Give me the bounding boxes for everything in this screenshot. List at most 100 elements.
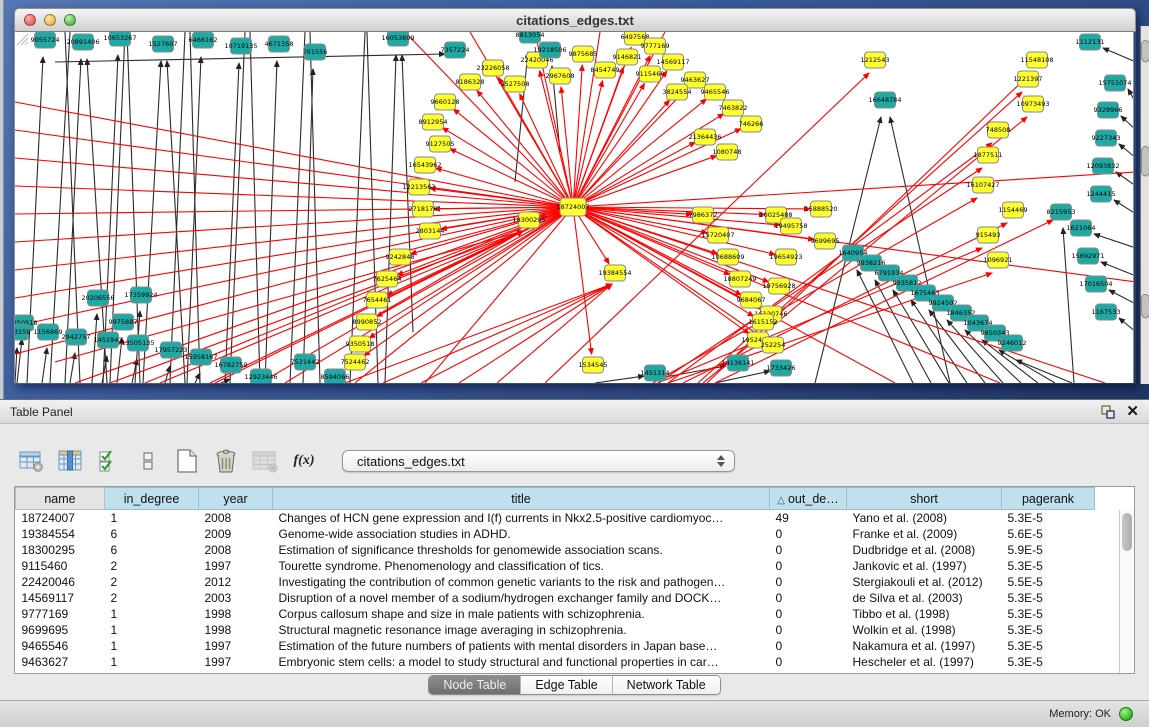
table-row[interactable]: 911546021997Tourette syndrome. Phenomeno… bbox=[16, 558, 1120, 574]
table-cell[interactable]: Hescheler et al. (1997) bbox=[847, 654, 1002, 670]
network-node[interactable]: 7463822 bbox=[719, 100, 748, 116]
network-node[interactable]: 8215953 bbox=[1047, 204, 1076, 220]
resize-grip[interactable] bbox=[15, 32, 29, 46]
network-edge[interactable] bbox=[1114, 200, 1134, 214]
show-columns-icon[interactable] bbox=[57, 448, 83, 474]
network-edge[interactable] bbox=[715, 220, 1053, 383]
network-node[interactable]: 8186328 bbox=[456, 74, 485, 90]
network-node[interactable]: 1451943 bbox=[94, 332, 123, 348]
table-cell[interactable]: 2 bbox=[105, 558, 199, 574]
table-cell[interactable]: 0 bbox=[770, 542, 847, 558]
network-node[interactable]: 1096921 bbox=[984, 252, 1013, 268]
table-cell[interactable]: 2012 bbox=[199, 574, 273, 590]
network-edge[interactable] bbox=[15, 130, 573, 207]
row-height-icon[interactable] bbox=[135, 448, 161, 474]
table-row[interactable]: 946362711997Embryonic stem cells: a mode… bbox=[16, 654, 1120, 670]
network-edge[interactable] bbox=[1116, 172, 1134, 186]
network-node[interactable]: 9975887 bbox=[109, 314, 138, 330]
table-row[interactable]: 1830029562008Estimation of significance … bbox=[16, 542, 1120, 558]
table-cell[interactable]: 9115460 bbox=[16, 558, 105, 574]
table-cell[interactable]: Disruption of a novel member of a sodium… bbox=[273, 590, 770, 606]
table-cell[interactable]: 9777169 bbox=[16, 606, 105, 622]
network-node[interactable]: 1154469 bbox=[999, 202, 1028, 218]
network-node[interactable]: 16543962 bbox=[408, 157, 441, 173]
network-node[interactable]: 393159 bbox=[15, 324, 30, 340]
table-cell[interactable]: 5.3E-5 bbox=[1002, 558, 1095, 574]
network-node[interactable]: 7357224 bbox=[441, 42, 470, 58]
network-node[interactable]: 1080748 bbox=[713, 144, 742, 160]
table-cell[interactable]: 1997 bbox=[199, 558, 273, 574]
table-cell[interactable]: 18300295 bbox=[16, 542, 105, 558]
table-cell[interactable]: 2008 bbox=[199, 542, 273, 558]
network-node[interactable]: 7986372 bbox=[689, 207, 718, 223]
network-node[interactable]: 9465546 bbox=[701, 84, 730, 100]
network-edge[interactable] bbox=[1119, 318, 1134, 332]
table-cell[interactable]: 2003 bbox=[199, 590, 273, 606]
network-edge[interactable] bbox=[17, 339, 22, 383]
selection-mode-icon[interactable] bbox=[96, 448, 122, 474]
network-node[interactable]: 1451314 bbox=[641, 365, 670, 381]
table-cell[interactable]: 2 bbox=[105, 590, 199, 606]
table-cell[interactable]: Jankovic et al. (1997) bbox=[847, 558, 1002, 574]
table-cell[interactable]: 5.3E-5 bbox=[1002, 622, 1095, 638]
delete-table-icon[interactable] bbox=[213, 448, 239, 474]
table-scrollbar[interactable] bbox=[1119, 510, 1134, 673]
table-cell[interactable]: Stergiakouli et al. (2012) bbox=[847, 574, 1002, 590]
table-cell[interactable]: 49 bbox=[770, 510, 847, 526]
network-node[interactable]: 20891406 bbox=[66, 34, 99, 50]
network-node[interactable]: 2803144 bbox=[416, 223, 445, 239]
network-node[interactable]: 19654923 bbox=[769, 249, 802, 265]
table-cell[interactable]: 1997 bbox=[199, 638, 273, 654]
table-cell[interactable]: 14569117 bbox=[16, 590, 105, 606]
network-node[interactable]: 9684067 bbox=[737, 292, 766, 308]
tab-network-table[interactable]: Network Table bbox=[613, 676, 720, 694]
table-cell[interactable]: Tourette syndrome. Phenomenology and cla… bbox=[273, 558, 770, 574]
network-node[interactable]: 1534545 bbox=[579, 357, 608, 373]
network-node[interactable]: 6466162 bbox=[189, 32, 218, 48]
network-node[interactable]: 9127505 bbox=[426, 136, 455, 152]
table-cell[interactable]: Changes of HCN gene expression and I(f) … bbox=[273, 510, 770, 526]
table-cell[interactable]: 0 bbox=[770, 638, 847, 654]
table-cell[interactable]: 9699695 bbox=[16, 622, 105, 638]
network-node[interactable]: 9242848 bbox=[386, 249, 415, 265]
network-node[interactable]: 9115460 bbox=[636, 66, 665, 82]
table-cell[interactable]: Estimation of the future numbers of pati… bbox=[273, 638, 770, 654]
table-cell[interactable]: 1998 bbox=[199, 606, 273, 622]
table-cell[interactable]: 5.3E-5 bbox=[1002, 638, 1095, 654]
table-row[interactable]: 1938455462009Genome-wide association stu… bbox=[16, 526, 1120, 542]
network-canvas[interactable]: 9660128891295491275051654396212213563271… bbox=[14, 32, 1134, 383]
network-table-select[interactable]: citations_edges.txt bbox=[342, 450, 735, 472]
table-cell[interactable]: 5.5E-5 bbox=[1002, 574, 1095, 590]
network-node[interactable]: 16053809 bbox=[381, 32, 414, 46]
table-cell[interactable]: 5.3E-5 bbox=[1002, 590, 1095, 606]
column-header-year[interactable]: year bbox=[199, 488, 273, 510]
table-cell[interactable]: Nakamura et al. (1997) bbox=[847, 638, 1002, 654]
network-node[interactable]: 8813054 bbox=[516, 32, 545, 43]
network-node[interactable]: 16107427 bbox=[966, 177, 999, 193]
table-cell[interactable]: 6 bbox=[105, 542, 199, 558]
network-node[interactable]: 1112131 bbox=[1076, 34, 1105, 50]
network-node[interactable]: 9875685 bbox=[569, 46, 598, 62]
network-edge[interactable] bbox=[715, 371, 770, 383]
table-row[interactable]: 2242004622012Investigating the contribut… bbox=[16, 574, 1120, 590]
table-cell[interactable]: 2 bbox=[105, 574, 199, 590]
network-edge[interactable] bbox=[573, 207, 592, 354]
network-node[interactable]: 15958167 bbox=[184, 349, 217, 365]
network-edge[interactable] bbox=[1101, 262, 1134, 276]
table-cell[interactable]: 1 bbox=[105, 622, 199, 638]
column-header-in_degree[interactable]: in_degree bbox=[105, 488, 199, 510]
network-edge[interactable] bbox=[573, 71, 667, 207]
network-edge[interactable] bbox=[573, 114, 724, 207]
table-cell[interactable]: 5.3E-5 bbox=[1002, 510, 1095, 526]
network-edge[interactable] bbox=[1128, 89, 1134, 103]
table-cell[interactable]: 1 bbox=[105, 638, 199, 654]
table-cell[interactable]: 0 bbox=[770, 654, 847, 670]
column-header-name[interactable]: name bbox=[16, 488, 105, 510]
table-cell[interactable]: 0 bbox=[770, 590, 847, 606]
table-cell[interactable]: Yano et al. (2008) bbox=[847, 510, 1002, 526]
network-node[interactable]: 746266 bbox=[739, 116, 764, 132]
network-node[interactable]: 9329966 bbox=[1094, 102, 1123, 118]
network-node[interactable]: 12923446 bbox=[244, 369, 277, 383]
network-edge[interactable] bbox=[658, 168, 982, 383]
network-node[interactable]: 7524462 bbox=[341, 354, 370, 370]
